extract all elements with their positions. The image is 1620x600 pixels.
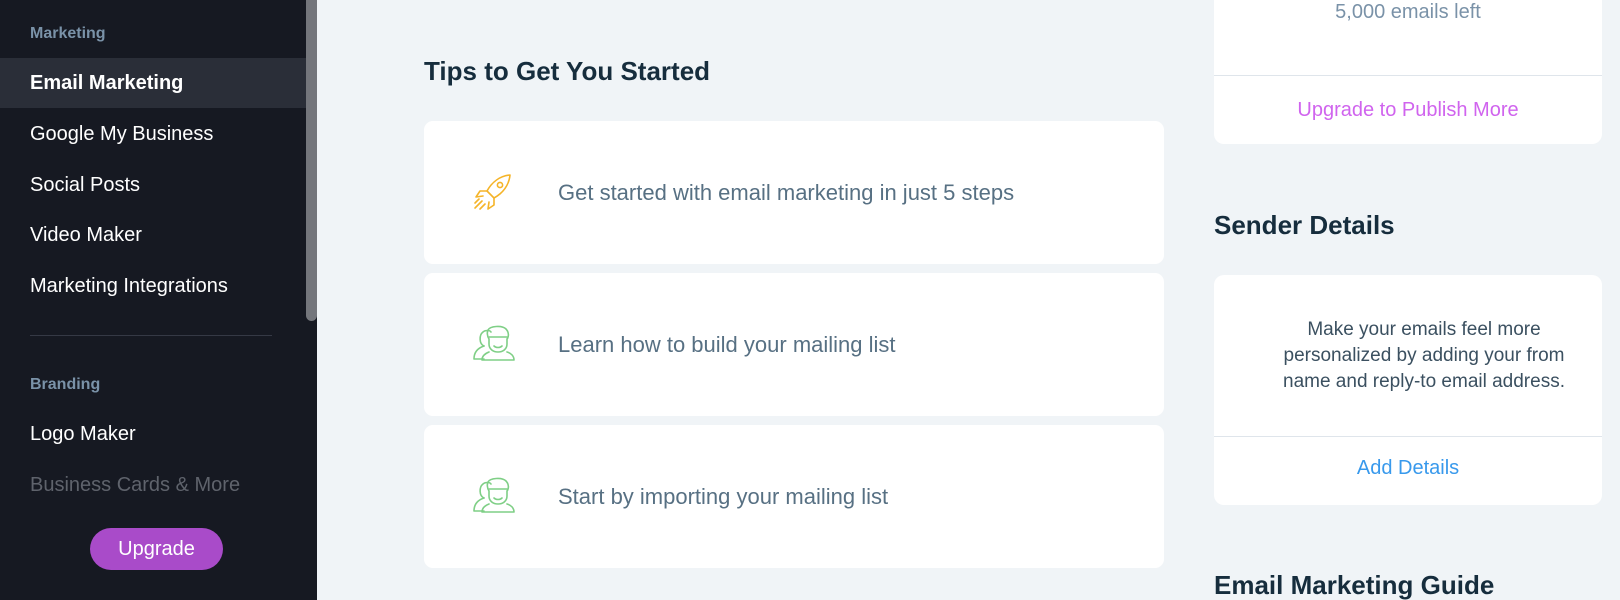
sender-details-card: Make your emails feel more personalized …	[1214, 275, 1602, 505]
sidebar-divider	[30, 335, 272, 336]
sidebar-section-branding: Branding	[30, 376, 101, 393]
sidebar-item-email-marketing[interactable]: Email Marketing	[0, 58, 306, 108]
email-marketing-guide-heading: Email Marketing Guide	[1214, 570, 1495, 600]
emails-left-text: 5,000 emails left	[1335, 1, 1481, 23]
sidebar: Marketing Email Marketing Google My Busi…	[0, 0, 317, 600]
sidebar-item-google-my-business[interactable]: Google My Business	[0, 109, 306, 159]
sidebar-section-marketing: Marketing	[30, 25, 106, 42]
add-details-link[interactable]: Add Details	[1214, 457, 1602, 480]
sidebar-item-video-maker[interactable]: Video Maker	[0, 210, 306, 260]
upgrade-to-publish-link[interactable]: Upgrade to Publish More	[1214, 99, 1602, 122]
email-quota-card: 5,000 emails left Upgrade to Publish Mor…	[1214, 0, 1602, 144]
sidebar-item-social-posts[interactable]: Social Posts	[0, 160, 306, 210]
card-divider	[1214, 75, 1602, 76]
tip-text: Learn how to build your mailing list	[558, 332, 896, 357]
people-icon	[470, 474, 516, 520]
tip-card-get-started[interactable]: Get started with email marketing in just…	[424, 121, 1164, 264]
tip-text: Get started with email marketing in just…	[558, 180, 1015, 205]
sidebar-item-business-cards[interactable]: Business Cards & More	[0, 460, 306, 510]
tips-title: Tips to Get You Started	[424, 56, 711, 86]
people-icon	[470, 322, 516, 368]
tip-text: Start by importing your mailing list	[558, 484, 889, 509]
sidebar-item-logo-maker[interactable]: Logo Maker	[0, 409, 306, 459]
sender-details-description: Make your emails feel more personalized …	[1283, 319, 1565, 392]
tip-card-build-list[interactable]: Learn how to build your mailing list	[424, 273, 1164, 416]
upgrade-button[interactable]: Upgrade	[90, 528, 223, 570]
tip-card-import-list[interactable]: Start by importing your mailing list	[424, 425, 1164, 568]
sidebar-item-marketing-integrations[interactable]: Marketing Integrations	[0, 261, 306, 311]
sidebar-scrollbar[interactable]	[306, 0, 317, 321]
card-divider	[1214, 436, 1602, 437]
rocket-icon	[470, 170, 516, 216]
sender-details-heading: Sender Details	[1214, 210, 1395, 240]
